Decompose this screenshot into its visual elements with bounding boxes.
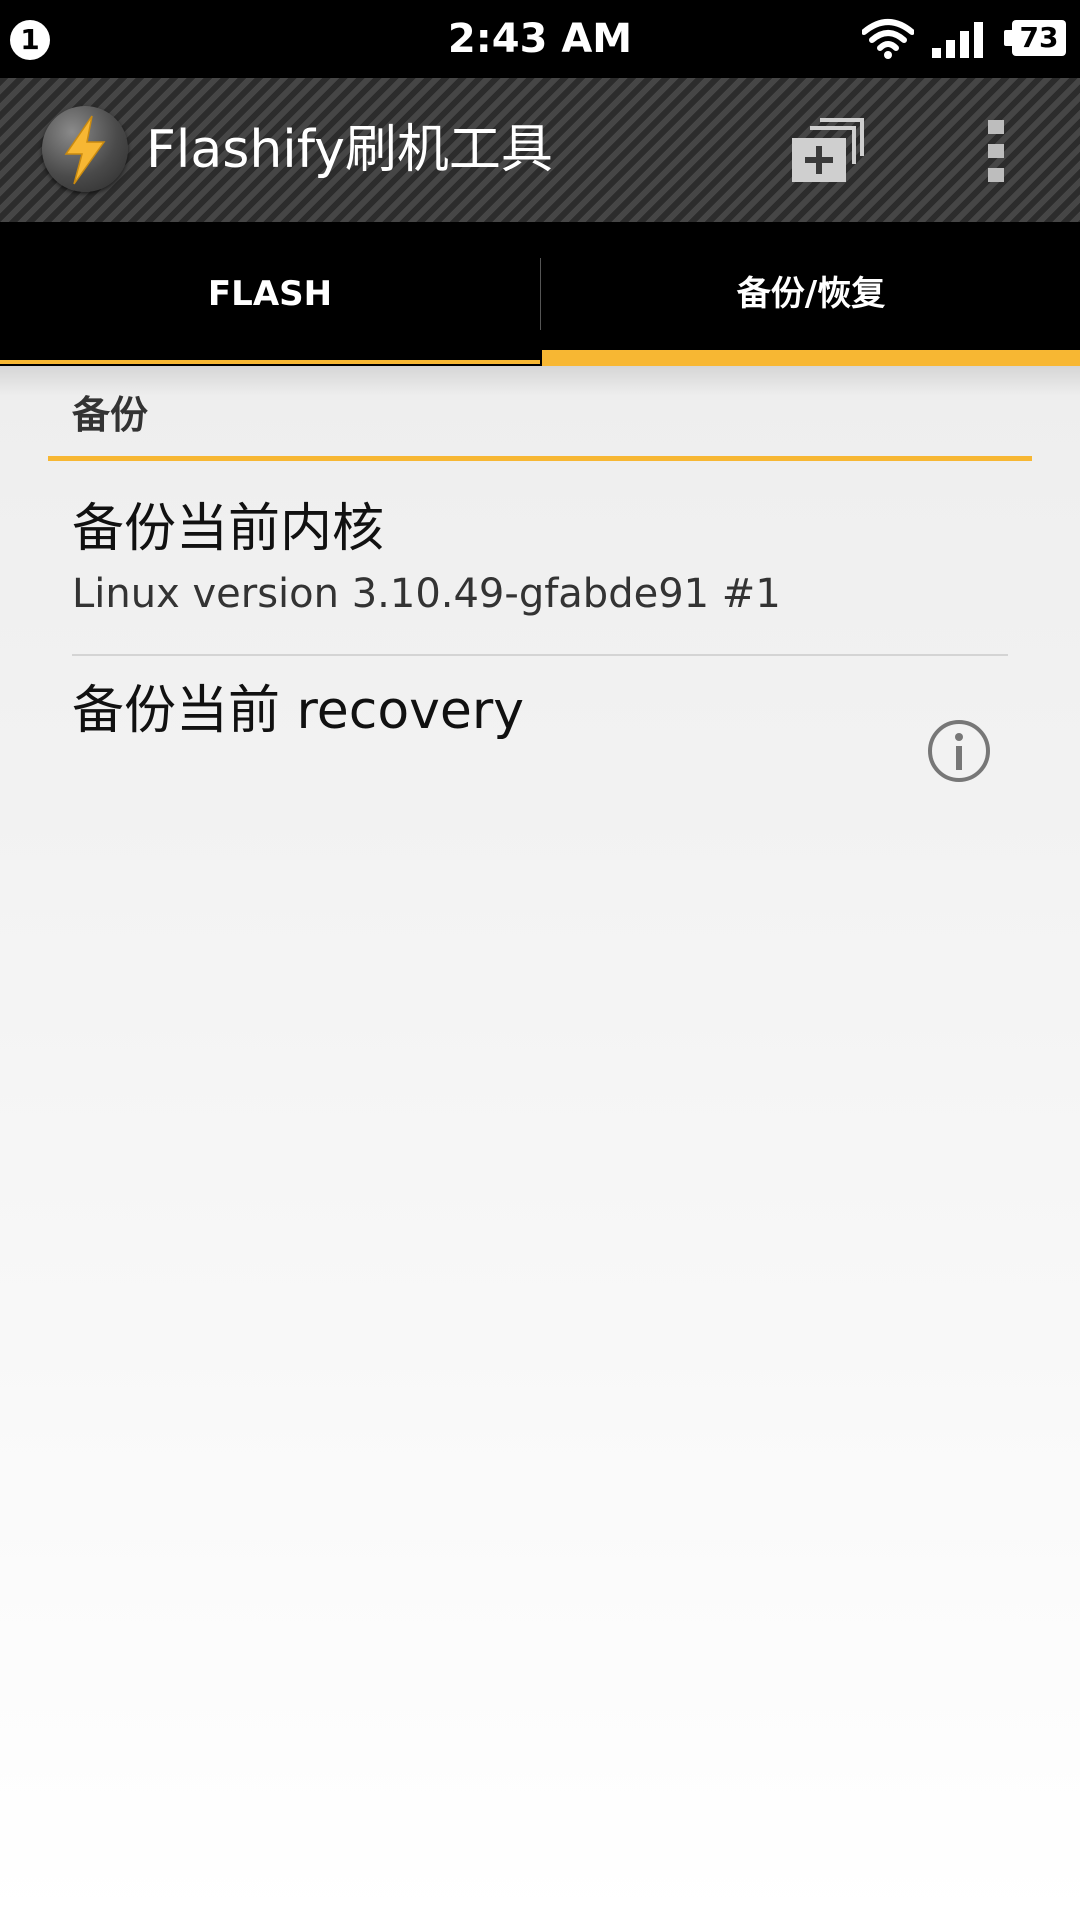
battery-level: 73: [1012, 20, 1066, 56]
list-item-subtitle: Linux version 3.10.49-gfabde91 #1: [72, 571, 781, 617]
list-item-title: 备份当前 recovery: [72, 681, 525, 741]
action-bar: Flashify刷机工具: [0, 78, 1080, 222]
app-title: Flashify刷机工具: [146, 120, 553, 180]
section-divider: [48, 456, 1032, 461]
info-icon[interactable]: [926, 718, 992, 784]
battery-icon: 73: [1004, 20, 1066, 56]
list-item-backup-recovery[interactable]: 备份当前 recovery: [0, 658, 1080, 818]
flash-logo-icon: [42, 106, 128, 192]
add-window-icon[interactable]: [790, 118, 864, 184]
status-bar: 1 2:43 AM 73: [0, 0, 1080, 78]
battery-tip: [1004, 30, 1012, 46]
list-item-backup-kernel[interactable]: 备份当前内核 Linux version 3.10.49-gfabde91 #1: [0, 466, 1080, 656]
overflow-menu-icon[interactable]: [976, 118, 1016, 184]
tab-bar: FLASH 备份/恢复: [0, 222, 1080, 366]
tab-indicator-unselected: [0, 360, 540, 364]
list-divider: [72, 654, 1008, 656]
list-item-title: 备份当前内核: [72, 499, 385, 559]
tab-backup-restore[interactable]: 备份/恢复: [541, 222, 1080, 366]
content-area: 备份 备份当前内核 Linux version 3.10.49-gfabde91…: [0, 366, 1080, 1920]
tab-indicator-selected: [542, 350, 1080, 366]
tab-flash[interactable]: FLASH: [0, 222, 540, 366]
section-header: 备份: [72, 393, 149, 437]
status-time: 2:43 AM: [447, 16, 633, 62]
wifi-icon: [862, 19, 914, 59]
content-shadow: [0, 366, 1080, 396]
signal-icon: [932, 22, 983, 58]
